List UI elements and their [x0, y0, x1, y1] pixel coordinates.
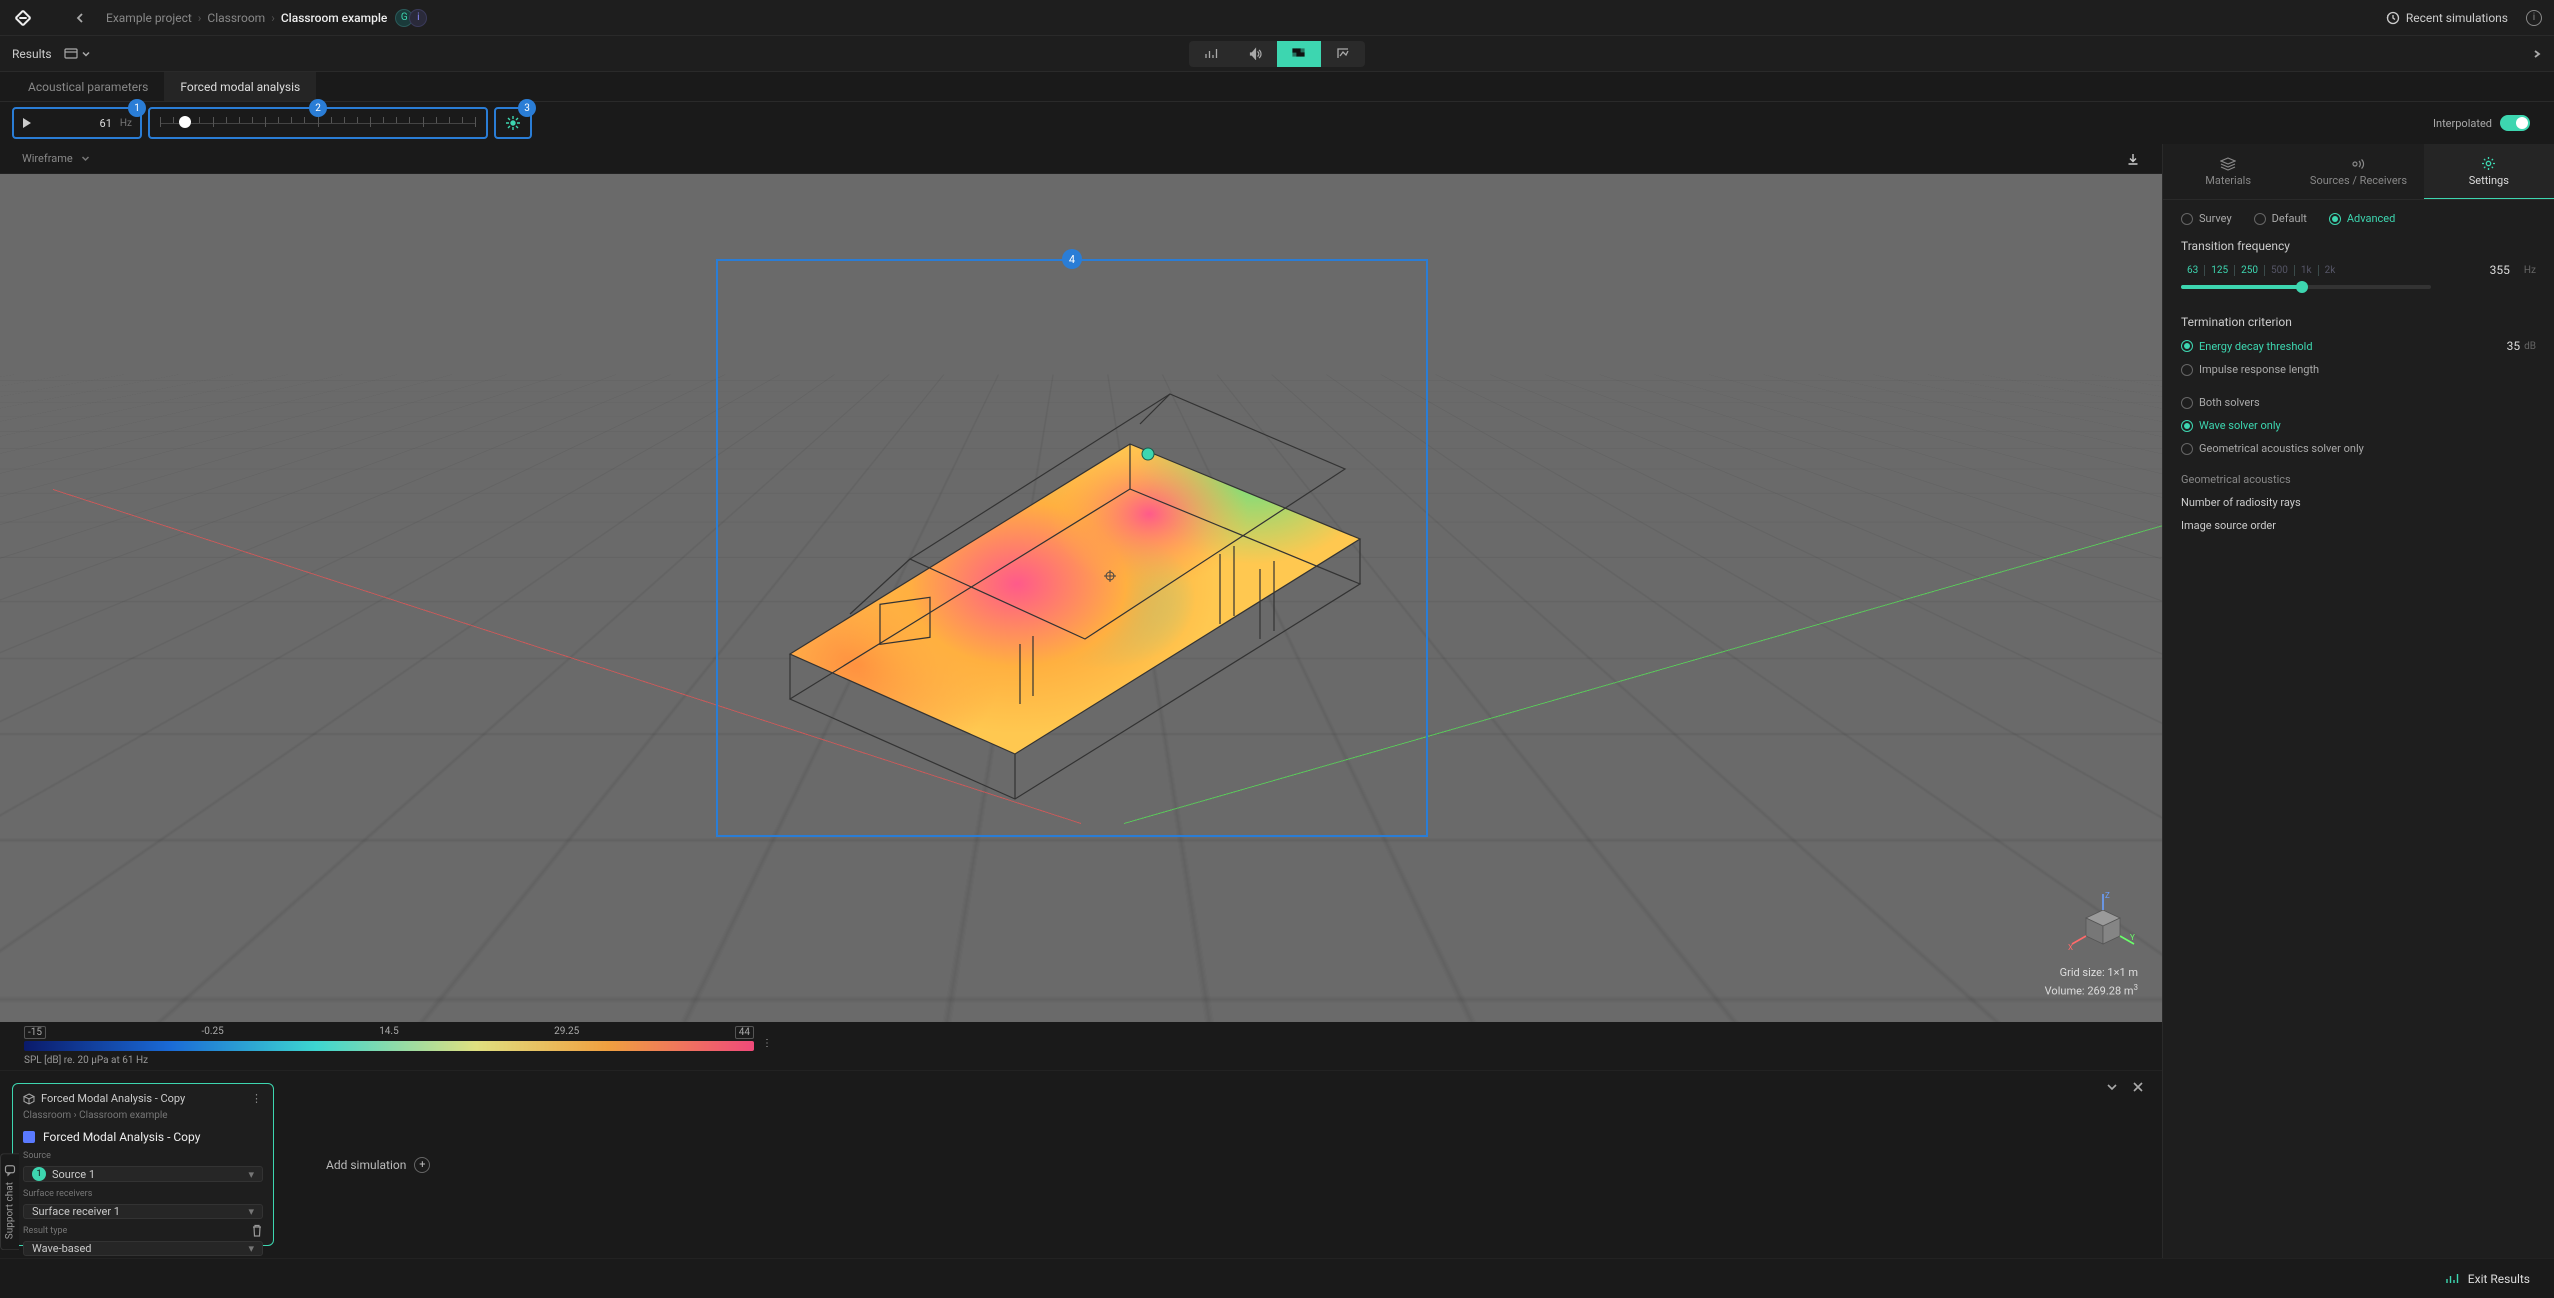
sim-color-swatch — [23, 1131, 35, 1143]
term-unit: dB — [2524, 341, 2536, 352]
interpolated-toggle[interactable] — [2500, 115, 2530, 131]
ga-radiosity-rays[interactable]: Number of radiosity rays — [2181, 496, 2536, 509]
radio-impulse-length[interactable]: Impulse response length — [2181, 363, 2319, 376]
status-badge-i: i — [409, 9, 427, 27]
play-button[interactable] — [22, 117, 32, 129]
add-simulation-button[interactable]: Add simulation + — [326, 1157, 430, 1173]
radio-energy-decay[interactable]: Energy decay threshold — [2181, 340, 2313, 353]
tf-unit: Hz — [2524, 265, 2536, 276]
tf-band-labels: 63 125 250 500 1k 2k — [2181, 265, 2341, 276]
cube-icon — [23, 1093, 35, 1105]
annotation-badge-4: 4 — [1062, 249, 1082, 269]
annotation-badge-3: 3 — [518, 99, 536, 117]
ga-heading: Geometrical acoustics — [2181, 473, 2536, 486]
exit-results-button[interactable]: Exit Results — [2445, 1272, 2530, 1286]
playback-control: 1 61 Hz — [12, 107, 142, 139]
term-value: 35 — [2507, 339, 2521, 353]
rp-tab-settings[interactable]: Settings — [2424, 144, 2554, 199]
sim-card-title: Forced Modal Analysis - Copy — [41, 1092, 185, 1105]
tool-heatmap-icon[interactable] — [1277, 41, 1321, 67]
tab-forced-modal-analysis[interactable]: Forced modal analysis — [164, 72, 316, 101]
results-label: Results — [12, 47, 52, 61]
interpolated-label: Interpolated — [2433, 117, 2492, 130]
download-icon[interactable] — [2126, 152, 2140, 166]
sim-card-menu-icon[interactable]: ⋮ — [251, 1092, 263, 1105]
tab-acoustical-parameters[interactable]: Acoustical parameters — [12, 72, 164, 101]
colorbar-label: SPL [dB] re. 20 µPa at 61 Hz — [24, 1055, 2138, 1066]
rp-tab-sources[interactable]: Sources / Receivers — [2293, 144, 2423, 199]
results-dropdown[interactable] — [64, 48, 90, 60]
receivers-field-label: Surface receivers — [23, 1189, 263, 1199]
frequency-slider-container: 2 — [148, 107, 488, 139]
back-button[interactable] — [74, 12, 86, 24]
support-chat-tab[interactable]: Support chat — [0, 1153, 19, 1250]
materials-icon — [2220, 157, 2236, 171]
tool-parameters-icon[interactable] — [1189, 41, 1233, 67]
frequency-slider[interactable] — [160, 121, 476, 125]
orientation-gizmo[interactable]: Z X Y — [2068, 892, 2138, 962]
source-select[interactable]: 1 Source 1 ▾ — [23, 1166, 263, 1182]
colorbar-menu-icon[interactable]: ⋮ — [762, 1038, 772, 1049]
tf-slider[interactable] — [2181, 285, 2431, 289]
annotation-badge-1: 1 — [128, 99, 146, 117]
breadcrumb-project[interactable]: Example project — [106, 11, 192, 25]
recent-simulations-button[interactable]: Recent simulations — [2386, 11, 2508, 25]
room-model — [740, 324, 1400, 824]
radio-both-solvers[interactable]: Both solvers — [2181, 396, 2260, 409]
source-field-label: Source — [23, 1151, 263, 1161]
tf-value: 355 — [2490, 263, 2510, 277]
ga-image-source-order[interactable]: Image source order — [2181, 519, 2536, 532]
3d-viewport[interactable]: 4 — [0, 174, 2162, 1022]
annotation-badge-2: 2 — [309, 99, 327, 117]
radio-wave-solver[interactable]: Wave solver only — [2181, 419, 2281, 432]
termination-label: Termination criterion — [2181, 315, 2536, 329]
breadcrumb-current: Classroom example — [281, 11, 387, 25]
collapse-icon[interactable] — [2106, 1081, 2118, 1248]
viewport-mode-dropdown[interactable] — [81, 154, 90, 163]
frequency-unit: Hz — [120, 118, 132, 129]
breadcrumb: Example project › Classroom › Classroom … — [106, 11, 387, 25]
radio-advanced[interactable]: Advanced — [2329, 212, 2395, 225]
exit-icon — [2445, 1272, 2460, 1285]
result-type-field-label: Result type — [23, 1226, 263, 1236]
source-burst-icon — [505, 115, 521, 131]
transition-freq-label: Transition frequency — [2181, 239, 2536, 253]
sources-icon — [2350, 157, 2366, 171]
svg-text:Z: Z — [2105, 892, 2110, 900]
close-icon[interactable] — [2132, 1081, 2144, 1248]
settings-icon — [2481, 156, 2496, 171]
radio-ga-solver[interactable]: Geometrical acoustics solver only — [2181, 442, 2364, 455]
viewport-info: Grid size: 1×1 m Volume: 269.28 m3 — [2045, 965, 2138, 1000]
viewport-mode-label: Wireframe — [22, 152, 73, 165]
colorbar-ticks: -15 -0.25 14.5 29.25 44 — [24, 1026, 754, 1039]
tool-auralisation-icon[interactable] — [1233, 41, 1277, 67]
plus-icon: + — [414, 1157, 430, 1173]
svg-text:Y: Y — [2130, 933, 2135, 942]
source-indicator[interactable]: 3 — [494, 107, 532, 139]
radio-survey[interactable]: Survey — [2181, 212, 2232, 225]
expand-chevron-icon[interactable] — [2532, 47, 2542, 61]
radio-default[interactable]: Default — [2254, 212, 2307, 225]
app-logo — [12, 7, 34, 29]
sim-card-subtitle: Classroom › Classroom example — [23, 1110, 263, 1121]
sim-name: Forced Modal Analysis - Copy — [43, 1130, 200, 1144]
colorbar-gradient — [24, 1041, 754, 1051]
result-type-select[interactable]: Wave-based ▾ — [23, 1241, 263, 1256]
frequency-slider-thumb[interactable] — [179, 116, 191, 128]
breadcrumb-model[interactable]: Classroom — [207, 11, 265, 25]
rp-tab-materials[interactable]: Materials — [2163, 144, 2293, 199]
svg-text:X: X — [2068, 943, 2073, 952]
frequency-value: 61 — [100, 117, 112, 130]
simulation-card: Forced Modal Analysis - Copy ⋮ Classroom… — [12, 1083, 274, 1246]
info-icon[interactable]: i — [2526, 10, 2542, 26]
delete-sim-icon[interactable] — [251, 1224, 263, 1237]
receivers-select[interactable]: Surface receiver 1 ▾ — [23, 1204, 263, 1219]
tool-reflections-icon[interactable] — [1321, 41, 1365, 67]
